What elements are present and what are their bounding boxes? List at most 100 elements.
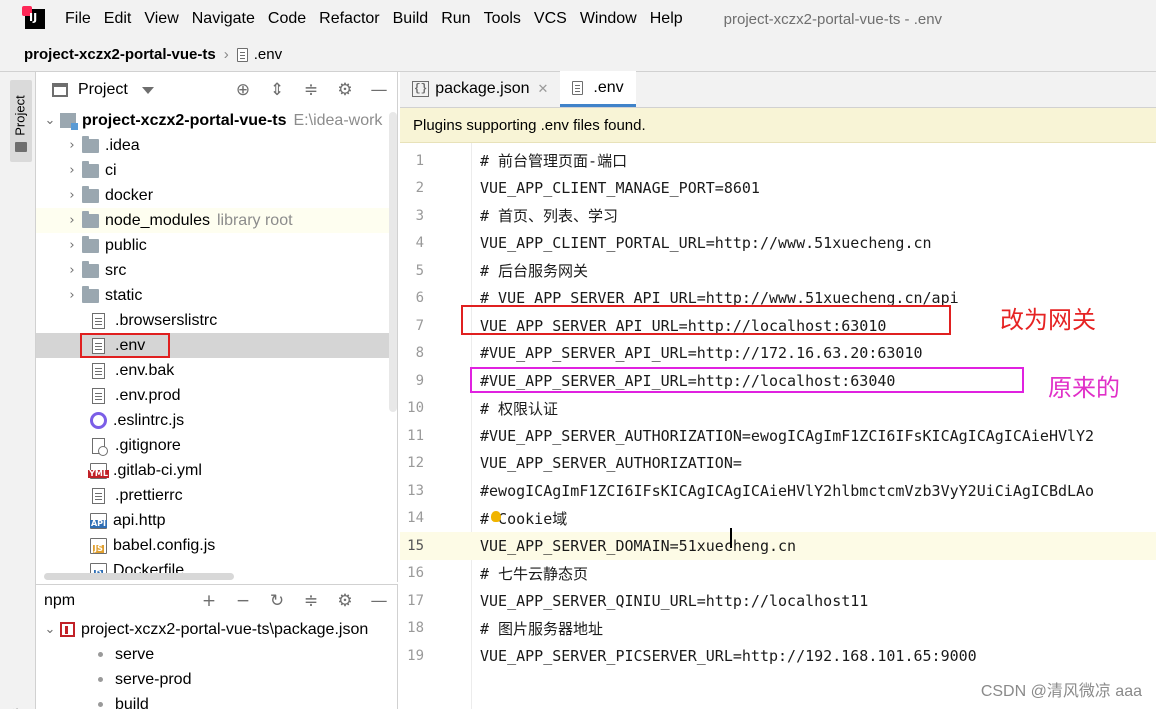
tree-item-eslintrc[interactable]: .eslintrc.js [36,408,397,433]
expand-all-icon[interactable]: ⇕ [267,80,287,100]
code-text: VUE_APP_CLIENT_MANAGE_PORT=8601 [480,179,760,198]
locate-target-icon[interactable]: ⊕ [233,80,253,100]
bullet-icon [98,677,103,682]
chevron-right-icon[interactable]: › [62,288,82,303]
tree-item-ci[interactable]: › ci [36,158,397,183]
tree-item-static[interactable]: › static [36,283,397,308]
code-line[interactable]: 14 # Cookie域 [400,505,1156,533]
vertical-scrollbar[interactable] [389,112,397,412]
menu-file[interactable]: File [65,10,91,28]
npm-panel-header: npm + − ↻ ≑ ⚙ — [36,585,397,617]
tree-item-babel-config[interactable]: JS babel.config.js [36,533,397,558]
tree-item-docker[interactable]: › docker [36,183,397,208]
code-line[interactable]: 15 VUE_APP_SERVER_DOMAIN=51xuecheng.cn [400,532,1156,560]
tree-root-name: project-xczx2-portal-vue-ts [82,111,287,129]
annotation-original-note: 原来的 [1048,374,1120,402]
npm-script-serve-prod[interactable]: serve-prod [36,667,397,692]
collapse-all-icon[interactable]: ≑ [301,80,321,100]
menu-help[interactable]: Help [650,10,683,28]
intellij-logo-icon[interactable] [22,6,45,29]
code-area[interactable]: 1 # 前台管理页面-端口 2 VUE_APP_CLIENT_MANAGE_PORT=… [400,143,1156,709]
project-tool-window-button[interactable]: Project [10,80,32,162]
code-line[interactable]: 11 #VUE_APP_SERVER_AUTHORIZATION=ewogICAg… [400,422,1156,450]
npm-package-row[interactable]: ⌄ project-xczx2-portal-vue-ts\package.js… [36,617,397,642]
menu-tools[interactable]: Tools [484,10,521,28]
code-line[interactable]: 19 VUE_APP_SERVER_PICSERVER_URL=http://19… [400,642,1156,670]
code-line[interactable]: 13 #ewogICAgImF1ZCI6IFsKICAgICAgICAieHVlY… [400,477,1156,505]
gear-icon[interactable]: ⚙ [335,591,355,611]
code-line[interactable]: 1 # 前台管理页面-端口 [400,147,1156,175]
tree-item-label: public [105,236,147,254]
menu-edit[interactable]: Edit [104,10,132,28]
tree-item-gitlab-ci[interactable]: YML .gitlab-ci.yml [36,458,397,483]
tree-item-api-http[interactable]: API api.http [36,508,397,533]
tree-item-env-bak[interactable]: .env.bak [36,358,397,383]
chevron-down-icon[interactable]: ⌄ [40,622,60,637]
line-number: 9 [415,372,424,389]
code-line[interactable]: 2 VUE_APP_CLIENT_MANAGE_PORT=8601 [400,175,1156,203]
chevron-right-icon[interactable]: › [62,238,82,253]
chevron-right-icon[interactable]: › [62,213,82,228]
file-icon [92,337,105,354]
menu-refactor[interactable]: Refactor [319,10,379,28]
menu-code[interactable]: Code [268,10,306,28]
minimize-icon[interactable]: — [369,80,389,100]
minimize-icon[interactable]: — [369,591,389,611]
tree-item-node-modules[interactable]: › node_modules library root [36,208,397,233]
code-line[interactable]: 16 # 七牛云静态页 [400,560,1156,588]
menu-build[interactable]: Build [393,10,429,28]
code-line[interactable]: 8 #VUE_APP_SERVER_API_URL=http://172.16.6… [400,340,1156,368]
tree-item-env-prod[interactable]: .env.prod [36,383,397,408]
code-line[interactable]: 17 VUE_APP_SERVER_QINIU_URL=http://localh… [400,587,1156,615]
chevron-right-icon[interactable]: › [62,138,82,153]
npm-panel-title[interactable]: npm [44,592,75,610]
project-panel-title[interactable]: Project [78,81,128,99]
lightbulb-icon[interactable] [491,511,501,522]
tree-item-browserslistrc[interactable]: .browserslistrc [36,308,397,333]
tree-item-gitignore[interactable]: .gitignore [36,433,397,458]
chevron-down-icon[interactable] [141,86,154,94]
chevron-right-icon[interactable]: › [62,163,82,178]
tree-item-src[interactable]: › src [36,258,397,283]
tree-root[interactable]: ⌄ project-xczx2-portal-vue-ts E:\idea-wo… [36,108,397,133]
close-icon[interactable]: ✕ [538,82,549,97]
breadcrumb-project[interactable]: project-xczx2-portal-vue-ts [24,46,216,63]
tree-item-idea[interactable]: › .idea [36,133,397,158]
menu-vcs[interactable]: VCS [534,10,567,28]
annotation-box-original [470,367,1024,393]
horizontal-scrollbar[interactable] [44,573,234,580]
npm-script-serve[interactable]: serve [36,642,397,667]
tree-item-label: .eslintrc.js [113,411,185,429]
code-line[interactable]: 3 # 首页、列表、学习 [400,202,1156,230]
tree-item-prettierrc[interactable]: .prettierrc [36,483,397,508]
npm-script-build[interactable]: build [36,692,397,709]
menu-run[interactable]: Run [441,10,470,28]
tab-env[interactable]: .env [560,71,636,107]
code-line[interactable]: 10 # 权限认证 [400,395,1156,423]
menu-view[interactable]: View [144,10,178,28]
code-line[interactable]: 12 VUE_APP_SERVER_AUTHORIZATION= [400,450,1156,478]
tree-item-public[interactable]: › public [36,233,397,258]
chevron-right-icon[interactable]: › [62,263,82,278]
menu-navigate[interactable]: Navigate [192,10,255,28]
folder-icon [82,285,99,303]
code-line[interactable]: 5 # 后台服务网关 [400,257,1156,285]
chevron-right-icon[interactable]: › [62,188,82,203]
code-text: VUE_APP_SERVER_QINIU_URL=http://localhos… [480,591,869,610]
code-line[interactable]: 4 VUE_APP_CLIENT_PORTAL_URL=http://www.51… [400,230,1156,258]
add-icon[interactable]: + [199,591,219,611]
gear-icon[interactable]: ⚙ [335,80,355,100]
project-stripe-label: Project [12,95,28,136]
chevron-down-icon[interactable]: ⌄ [40,113,60,128]
refresh-icon[interactable]: ↻ [267,591,287,611]
menu-window[interactable]: Window [580,10,637,28]
code-line[interactable]: 18 # 图片服务器地址 [400,615,1156,643]
collapse-all-icon[interactable]: ≑ [301,591,321,611]
remove-icon[interactable]: − [233,591,253,611]
tree-item-label: docker [105,186,154,204]
eslint-icon [90,412,107,429]
tab-package-json[interactable]: {} package.json ✕ [400,71,560,107]
tree-item-env[interactable]: .env [36,333,397,358]
tree-item-label: .env [115,336,146,354]
breadcrumb-file[interactable]: .env [254,46,282,63]
